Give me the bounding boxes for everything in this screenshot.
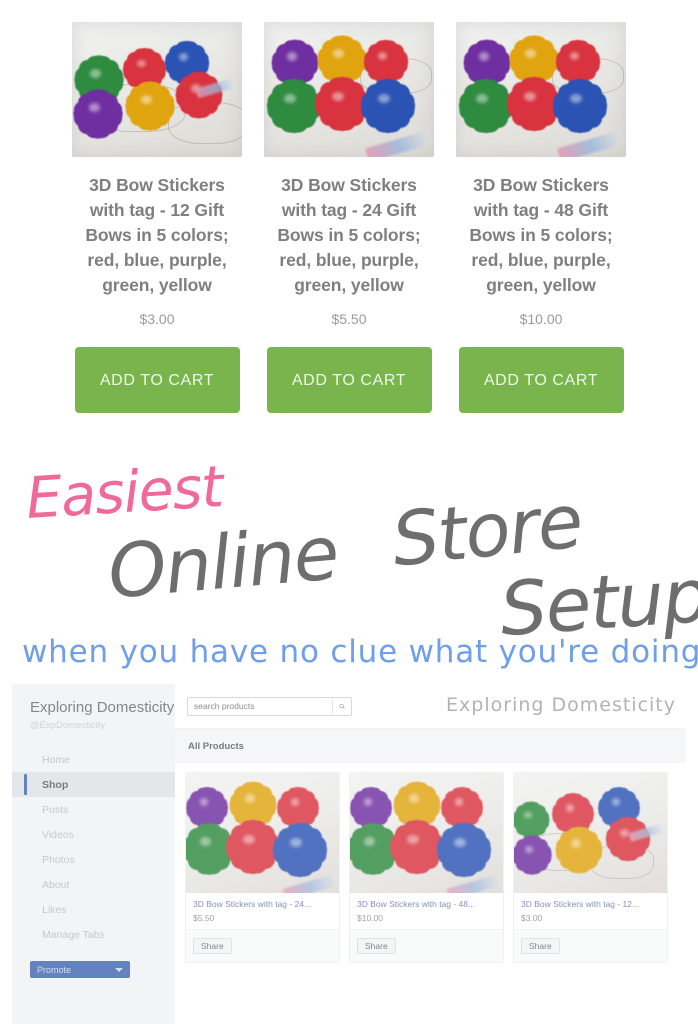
add-to-cart-label: ADD TO CART — [99, 371, 215, 389]
fb-product-image — [514, 773, 667, 893]
fb-product-title[interactable]: 3D Bow Stickers with tag - 12... — [521, 899, 660, 910]
fb-product-price: $10.00 — [357, 913, 383, 923]
fb-page-name: Exploring Domesticity — [30, 699, 175, 716]
product-image-24 — [264, 22, 434, 157]
product-title: 3D Bow Stickers with tag - 48 Gift Bows … — [469, 175, 613, 295]
promote-button[interactable]: Promote — [30, 961, 130, 978]
title-overlay: Easiest Online Store Setup when you have… — [0, 452, 698, 682]
headline-word-setup: Setup — [497, 552, 698, 654]
sidebar-item-likes[interactable]: Likes — [12, 897, 175, 922]
sidebar-item-label: Photos — [42, 853, 75, 866]
search-icon — [339, 703, 345, 709]
top-store-section: 3D Bow Stickers with tag - 12 Gift Bows … — [0, 0, 698, 458]
share-button[interactable]: Share — [357, 938, 396, 954]
product-image-48 — [456, 22, 626, 157]
sidebar-item-about[interactable]: About — [12, 872, 175, 897]
sidebar-item-label: Likes — [42, 903, 67, 916]
add-to-cart-label: ADD TO CART — [291, 371, 407, 389]
search-field-wrapper[interactable] — [187, 696, 352, 716]
fb-product-price: $3.00 — [521, 913, 543, 923]
fb-product-price: $5.50 — [193, 913, 215, 923]
add-to-cart-button[interactable]: ADD TO CART — [74, 347, 240, 413]
chevron-down-icon — [115, 967, 123, 972]
product-grid: 3D Bow Stickers with tag - 12 Gift Bows … — [0, 0, 698, 413]
sidebar-item-label: Manage Tabs — [42, 928, 105, 941]
product-price: $5.50 — [331, 311, 367, 327]
product-card[interactable]: 3D Bow Stickers with tag - 12 Gift Bows … — [72, 22, 242, 413]
fb-main: All Products 3D Bow Stickers with tag - … — [175, 684, 686, 1024]
fb-sidebar: Exploring Domesticity @ExpDomesticity Ho… — [12, 684, 175, 1024]
fb-product-image — [186, 773, 339, 893]
watermark-text: Exploring Domesticity — [446, 694, 676, 716]
fb-page-handle: @ExpDomesticity — [30, 720, 106, 731]
sidebar-item-videos[interactable]: Videos — [12, 822, 175, 847]
headline-word-store: Store — [388, 478, 586, 584]
facebook-shop-screenshot: Exploring Domesticity @ExpDomesticity Ho… — [0, 684, 698, 1024]
add-to-cart-button[interactable]: ADD TO CART — [458, 347, 624, 413]
product-card[interactable]: 3D Bow Stickers with tag - 48 Gift Bows … — [456, 22, 626, 413]
fb-product-card[interactable]: 3D Bow Stickers with tag - 48... $10.00 … — [349, 772, 504, 963]
product-card[interactable]: 3D Bow Stickers with tag - 24 Gift Bows … — [264, 22, 434, 413]
share-button[interactable]: Share — [193, 938, 232, 954]
sidebar-item-label: Shop — [42, 778, 69, 791]
product-price: $3.00 — [139, 311, 175, 327]
fb-product-image — [350, 773, 503, 893]
fb-nav: Home Shop Posts Videos Photos About Like… — [12, 747, 175, 947]
headline-word-easiest: Easiest — [24, 454, 225, 532]
product-title: 3D Bow Stickers with tag - 12 Gift Bows … — [85, 175, 229, 295]
sidebar-item-shop[interactable]: Shop — [12, 772, 175, 797]
sidebar-item-posts[interactable]: Posts — [12, 797, 175, 822]
sidebar-item-home[interactable]: Home — [12, 747, 175, 772]
fb-product-card[interactable]: 3D Bow Stickers with tag - 12... $3.00 S… — [513, 772, 668, 963]
sidebar-item-label: Posts — [42, 803, 69, 816]
fb-product-grid: 3D Bow Stickers with tag - 24... $5.50 S… — [175, 763, 686, 963]
add-to-cart-button[interactable]: ADD TO CART — [266, 347, 432, 413]
product-title: 3D Bow Stickers with tag - 24 Gift Bows … — [277, 175, 421, 295]
section-header-all-products: All Products — [175, 728, 686, 763]
search-button[interactable] — [332, 698, 351, 714]
fb-product-card[interactable]: 3D Bow Stickers with tag - 24... $5.50 S… — [185, 772, 340, 963]
headline-word-online: Online — [104, 510, 342, 616]
product-image-12 — [72, 22, 242, 157]
share-button[interactable]: Share — [521, 938, 560, 954]
sidebar-item-manage-tabs[interactable]: Manage Tabs — [12, 922, 175, 947]
sidebar-item-label: About — [42, 878, 70, 891]
sidebar-item-label: Videos — [42, 828, 74, 841]
sidebar-item-photos[interactable]: Photos — [12, 847, 175, 872]
headline-subtitle: when you have no clue what you're doing — [22, 634, 698, 670]
promote-label: Promote — [37, 964, 72, 975]
sidebar-item-label: Home — [42, 753, 71, 766]
product-price: $10.00 — [519, 311, 563, 327]
fb-product-title[interactable]: 3D Bow Stickers with tag - 24... — [193, 899, 332, 910]
add-to-cart-label: ADD TO CART — [483, 371, 599, 389]
fb-product-title[interactable]: 3D Bow Stickers with tag - 48... — [357, 899, 496, 910]
search-input[interactable] — [188, 700, 332, 712]
